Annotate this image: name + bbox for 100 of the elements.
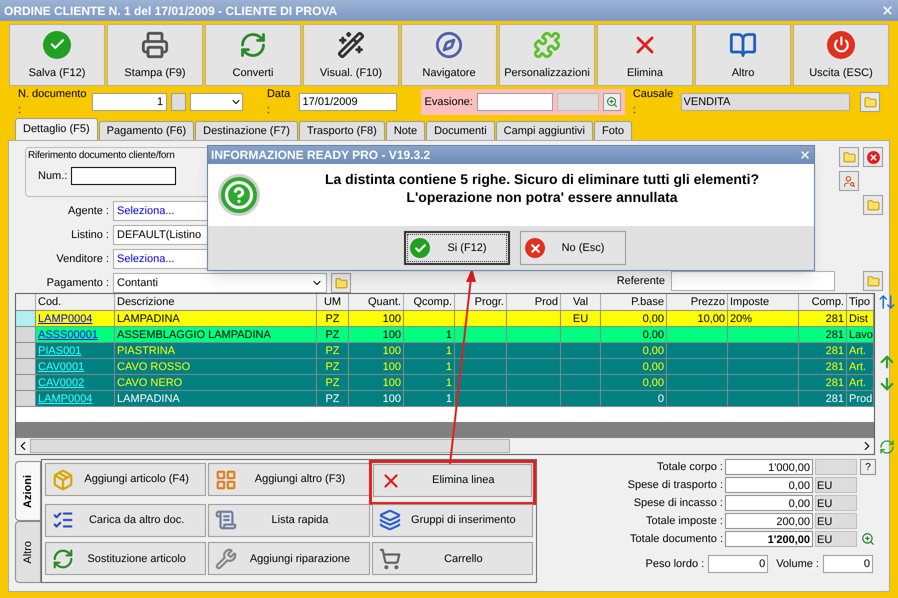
item-code-link[interactable]: PIAS001 [38,345,82,357]
row-selector[interactable] [16,391,36,406]
total-label: Totale documento : [630,532,723,547]
row-selector[interactable] [16,311,36,326]
evasione-field[interactable] [476,93,553,111]
item-code-link[interactable]: ASSS00001 [38,329,98,341]
tab[interactable]: Destinazione (F7) [195,121,298,140]
folder-icon [866,198,880,212]
table-row[interactable]: PIAS001 PIASTRINA PZ 100 1 0,00 281 Art. [16,342,874,358]
action-button[interactable]: Aggiungi riparazione [208,542,370,576]
refresh-icon[interactable] [879,439,895,455]
move-down-icon[interactable] [878,375,896,393]
action-button[interactable]: Aggiungi articolo (F4) [45,463,206,496]
dialog-message: La distinta contiene 5 righe. Sicuro di eliminare tutti gli elementi? [324,170,760,188]
empty-row[interactable] [16,406,874,422]
x-icon [866,150,880,164]
table-cell: PZ [325,361,340,373]
tab[interactable]: Trasporto (F8) [298,121,385,140]
action-button[interactable]: Carica da altro doc. [45,504,206,537]
table-cell: 1 [446,377,452,389]
item-code-link[interactable]: CAV0002 [38,377,84,389]
folder-button[interactable] [331,273,351,293]
small-button[interactable] [171,93,186,111]
table-cell: PZ [325,377,340,389]
zoom-button[interactable] [602,93,621,111]
side-tab[interactable]: Azioni [15,461,41,521]
tab[interactable]: Foto [594,121,632,140]
total-label: Spese di trasporto : [628,478,723,493]
item-code-link[interactable]: LAMP0004 [38,393,92,405]
dialog-button[interactable]: No (Esc) [520,231,626,265]
toolbar-button[interactable]: Salva (F12) [9,24,105,86]
close-icon[interactable] [799,149,811,161]
row-selector[interactable] [16,327,36,342]
folder-button[interactable] [839,147,859,167]
action-button[interactable]: Gruppi di inserimento [372,504,533,537]
window-title: ORDINE CLIENTE N. 1 del 17/01/2009 - CLIENTE DI PROVA [4,2,338,20]
tab[interactable]: Documenti [426,121,495,140]
referente-field[interactable] [671,271,835,291]
action-button[interactable]: Carrello [372,542,533,576]
tab[interactable]: Dettaglio (F5) [15,118,98,140]
search-contact-button[interactable] [839,171,859,191]
close-icon[interactable] [881,4,894,17]
toolbar-button[interactable]: Personalizzazioni [499,24,595,86]
toolbar-button[interactable]: Stampa (F9) [107,24,203,86]
date-field[interactable]: 17/01/2009 [298,93,397,111]
help-button[interactable]: ? [860,459,876,475]
toolbar-button[interactable]: Navigatore [401,24,497,86]
table-row[interactable]: CAV0001 CAVO ROSSO PZ 100 1 0,00 281 Art. [16,358,874,374]
horizontal-scrollbar[interactable] [16,438,874,454]
table-cell: 100 [382,345,401,357]
tab[interactable]: Campi aggiuntivi [496,121,593,140]
causale-field[interactable]: VENDITA [680,93,850,111]
num-field[interactable] [71,167,176,185]
document-number-field[interactable]: 1 [92,93,168,111]
action-button[interactable]: Sostituzione articolo [45,542,206,576]
payment-dropdown[interactable]: Contanti [113,273,327,293]
zoom-icon[interactable] [861,532,875,546]
toolbar-button[interactable]: Uscita (ESC) [793,24,889,86]
action-button[interactable]: Lista rapida [208,504,370,537]
table-cell: CAVO NERO [117,377,182,389]
wand-icon [337,30,365,58]
table-cell: EU [572,313,588,325]
evasione-extra-field[interactable] [556,93,599,111]
toolbar-button[interactable]: Visual. (F10) [303,24,399,86]
toolbar-button[interactable]: Altro [695,24,791,86]
tab[interactable]: Note [386,121,426,140]
toolbar-button[interactable]: Elimina [597,24,693,86]
field-label: Volume : [776,556,819,572]
table-row[interactable]: LAMP0004 LAMPADINA PZ 100 EU 0,00 10,00 20% 281 Dist [16,310,874,326]
table-row[interactable]: LAMP0004 LAMPADINA PZ 100 1 0 281 Prod [16,390,874,406]
field-label: N. documento : [18,86,88,118]
row-selector[interactable] [16,343,36,358]
volume-field[interactable]: 0 [823,555,873,573]
action-button[interactable]: Elimina linea [372,464,532,497]
toolbar-button[interactable]: Converti [205,24,301,86]
item-code-link[interactable]: LAMP0004 [38,313,92,325]
move-arrows-icon[interactable] [878,293,896,311]
table-row[interactable]: ASSS00001 ASSEMBLAGGIO LAMPADINA PZ 100 1 0,00 281 Lavo [16,326,874,342]
delete-button[interactable] [863,147,883,167]
dialog-message: L'operazione non potra' essere annullata [406,188,678,206]
series-dropdown[interactable] [190,93,243,111]
table-row[interactable]: CAV0002 CAVO NERO PZ 100 1 0,00 281 Art. [16,374,874,390]
table-cell: 100 [382,329,401,341]
item-code-link[interactable]: CAV0001 [38,361,84,373]
row-selector[interactable] [16,359,36,374]
side-tab[interactable]: Altro [15,521,41,583]
table-cell: LAMPADINA [117,393,180,405]
row-selector[interactable] [16,375,36,390]
move-up-icon[interactable] [878,353,896,371]
table-cell: 281 [826,329,844,341]
folder-button[interactable] [860,92,880,112]
folder-button[interactable] [863,271,883,291]
dialog-button[interactable]: Si (F12) [404,231,510,265]
tab[interactable]: Pagamento (F6) [98,121,194,140]
grid-icon [215,468,238,490]
peso-field[interactable]: 0 [708,555,768,573]
action-button[interactable]: Aggiungi altro (F3) [208,463,370,496]
table-cell: PZ [325,345,340,357]
folder-button[interactable] [863,195,883,215]
check-icon [43,30,71,58]
